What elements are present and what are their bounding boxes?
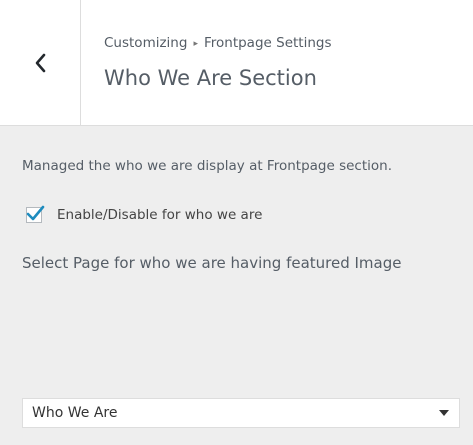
panel-header: Customizing ▸ Frontpage Settings Who We Ar… (0, 0, 473, 126)
customizer-panel: Customizing ▸ Frontpage Settings Who We Ar… (0, 0, 473, 445)
section-title: Who We Are Section (104, 66, 317, 90)
breadcrumb-root: Customizing (104, 35, 188, 51)
section-content: Managed the who we are display at Frontp… (22, 155, 462, 428)
breadcrumb: Customizing ▸ Frontpage Settings (104, 34, 463, 54)
breadcrumb-separator: ▸ (193, 39, 198, 49)
enable-checkbox-label[interactable]: Enable/Disable for who we are (57, 207, 262, 223)
enable-toggle-row: Enable/Disable for who we are (22, 205, 462, 223)
chevron-left-icon (35, 53, 46, 72)
page-select-value: Who We Are (32, 405, 118, 421)
breadcrumb-parent: Frontpage Settings (203, 35, 332, 51)
header-title-wrap: Customizing ▸ Frontpage Settings Who We Ar… (104, 34, 463, 92)
section-description: Managed the who we are display at Frontp… (22, 158, 392, 174)
back-button[interactable] (0, 0, 81, 125)
page-select-label: Select Page for who we are having featur… (22, 254, 402, 272)
page-select[interactable]: Who We Are (22, 398, 460, 428)
enable-checkbox[interactable] (26, 205, 45, 223)
triangle-down-icon (439, 410, 449, 416)
checkmark-icon (26, 205, 45, 221)
